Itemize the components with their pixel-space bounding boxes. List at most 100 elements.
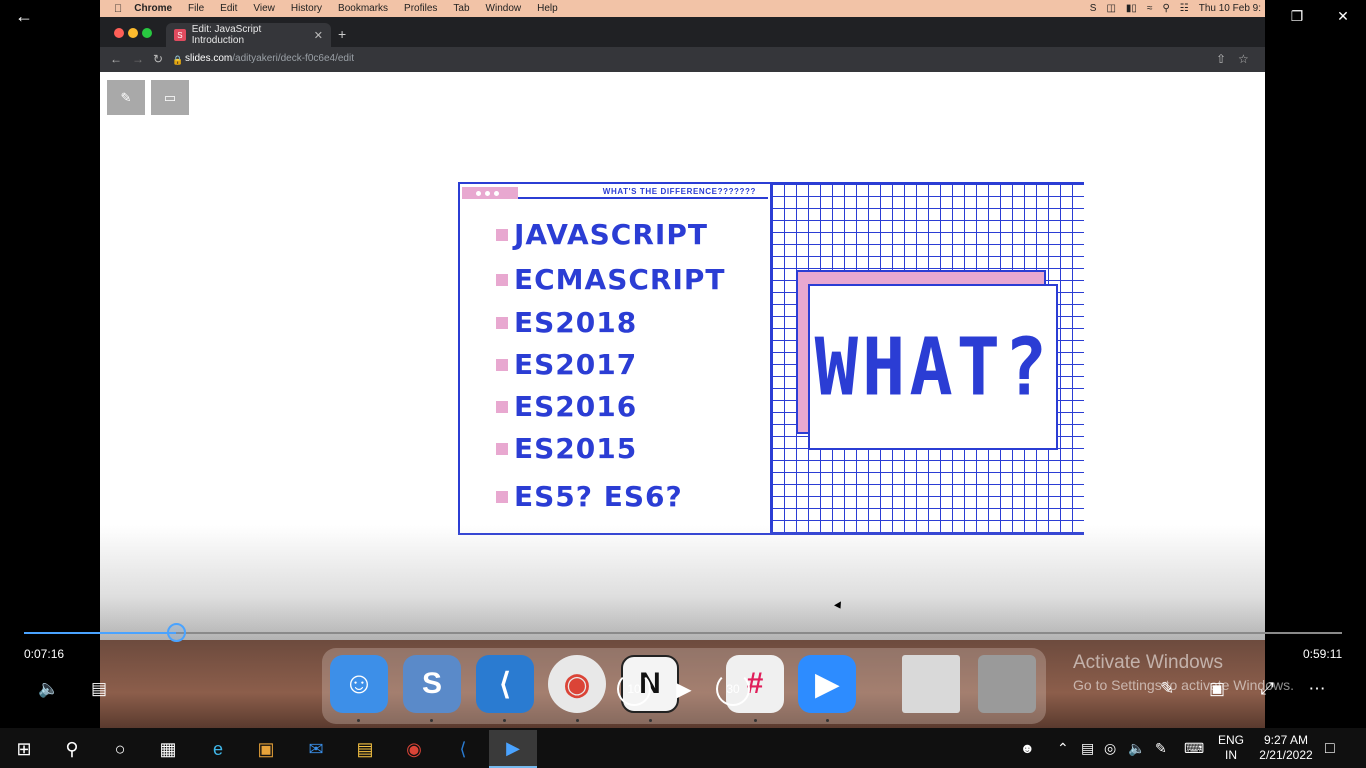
search-icon[interactable]: ⚲ [48,730,96,768]
menu-view: View [245,3,275,14]
slide-item: ES2016 [496,390,637,423]
network-device-icon[interactable]: ▤ [1081,740,1094,757]
file-explorer-icon[interactable]: ▤ [341,730,389,768]
dock-indicator [357,719,360,722]
nav-back-icon: ← [110,52,122,66]
slide-item-text: ES5? ES6? [514,480,683,513]
dock-indicator [754,719,757,722]
seek-bar[interactable] [24,632,1342,634]
menu-tab: Tab [445,3,469,14]
bullet-icon [496,358,508,371]
what-text: WHAT? [814,320,1052,414]
slide-item-text: ECMASCRIPT [514,263,726,296]
pen-icon[interactable]: ✎ [1150,676,1184,702]
play-button[interactable]: ▶ [667,676,701,702]
panel-header-text: WHAT'S THE DIFFERENCE??????? [602,187,756,196]
lock-icon: 🔒 [172,55,184,65]
language-code: ENG [1217,733,1244,747]
more-options-icon[interactable]: ⋯ [1300,676,1334,702]
address-bar: ← → ↻ 🔒 slides.com/adityakeri/deck-f0c6e… [100,47,1265,72]
windows-start-icon[interactable]: ⊞ [0,730,48,768]
slide-item-text: ES2017 [514,348,638,381]
bullet-icon [496,228,508,241]
restore-icon[interactable]: ❐ [1274,4,1320,28]
chrome-taskbar-icon[interactable]: ◉ [390,730,438,768]
traffic-minimize-icon [128,28,138,38]
skip-back-button[interactable]: 10 [617,672,651,706]
document-thumbnail-icon [902,655,960,713]
share-icon: ⇧ [1216,52,1227,66]
window-dots-icon [462,187,518,199]
movies-tv-icon[interactable]: ▶ [489,730,537,768]
skip-forward-button[interactable]: 30 [716,672,750,706]
bullet-icon [496,316,508,329]
vscode-taskbar-icon[interactable]: ⟨ [439,730,487,768]
traffic-close-icon [114,28,124,38]
skip-forward-label: 30 [726,682,740,696]
mini-view-icon[interactable]: ▣ [1200,676,1234,702]
slides-app-icon: S [403,655,461,713]
clock-time: 9:27 AM [1263,733,1309,747]
back-arrow-icon[interactable]: ← [10,4,38,28]
slide: WHAT'S THE DIFFERENCE??????? JAVASCRIPT … [458,182,1084,535]
wifi-icon: ≈ [1146,3,1153,14]
tab-title: Edit: JavaScript Introduction [191,24,262,46]
keyboard-icon[interactable]: ⌨ [1184,740,1204,757]
seek-handle[interactable] [167,623,186,642]
action-center-icon[interactable]: □ [1325,740,1335,758]
seek-bar-progress [24,632,176,634]
skip-back-label: 10 [627,682,641,696]
panel-header: WHAT'S THE DIFFERENCE??????? [462,187,768,199]
new-tab-icon: + [338,26,347,42]
slide-item: ECMASCRIPT [496,263,726,296]
tray-chevron-icon[interactable]: ⌃ [1057,740,1069,757]
control-center-icon: ☷ [1179,3,1189,14]
language-indicator[interactable]: ENG IN [1214,733,1248,763]
bullet-icon [496,273,508,286]
nav-forward-icon: → [132,52,144,66]
dock-indicator [649,719,652,722]
vscode-icon: ⟨ [476,655,534,713]
chrome-tabbar: S Edit: JavaScript Introduction ✕ + [100,17,1265,47]
menu-edit: Edit [211,3,237,14]
bullet-icon [496,442,508,455]
slide-item: ES5? ES6? [496,480,683,513]
region-code: IN [1225,748,1237,762]
menu-history: History [282,3,322,14]
spotlight-icon: ⚲ [1162,3,1170,14]
menu-window: Window [477,3,522,14]
slide-item: ES2015 [496,432,637,465]
finder-icon: ☺ [330,655,388,713]
slide-item-text: ES2018 [514,306,638,339]
cortana-icon[interactable]: ○ [96,730,144,768]
edge-icon[interactable]: e [194,730,242,768]
store-icon[interactable]: ▣ [242,730,290,768]
speaker-icon[interactable]: 🔈 [1128,740,1145,757]
mac-menubar:  Chrome File Edit View History Bookmark… [100,0,1265,17]
mac-clock: Thu 10 Feb 9: [1198,3,1261,14]
traffic-zoom-icon [142,28,152,38]
menu-bookmarks: Bookmarks [329,3,388,14]
dock-indicator [826,719,829,722]
total-time: 0:59:11 [1303,647,1343,661]
close-icon[interactable]: ✕ [1320,4,1366,28]
task-view-icon[interactable]: ▦ [144,730,192,768]
bookmark-star-icon: ☆ [1238,52,1249,66]
slide-item: ES2018 [496,306,637,339]
elapsed-time: 0:07:16 [24,647,65,661]
fullscreen-icon[interactable]: ⤢ [1250,676,1284,702]
dock-indicator [430,719,433,722]
captions-icon[interactable]: ▤ [82,676,116,702]
edit-pencil-icon: ✎ [107,80,145,115]
slide-list-panel: WHAT'S THE DIFFERENCE??????? JAVASCRIPT … [460,184,772,533]
pen-workspace-icon[interactable]: ✎ [1155,740,1167,757]
volume-icon[interactable]: 🔈 [32,676,66,702]
clock[interactable]: 9:27 AM 2/21/2022 [1254,733,1318,763]
mac-status-area: S ◫ ▮▯ ≈ ⚲ ☷ Thu 10 Feb 9: [1090,0,1261,17]
slide-item-text: ES2016 [514,390,638,423]
url-host: slides.com [185,53,233,64]
mail-icon[interactable]: ✉ [292,730,340,768]
people-icon[interactable]: ☻ [1020,740,1035,756]
bullet-icon [496,400,508,413]
globe-icon[interactable]: ◎ [1104,740,1116,757]
